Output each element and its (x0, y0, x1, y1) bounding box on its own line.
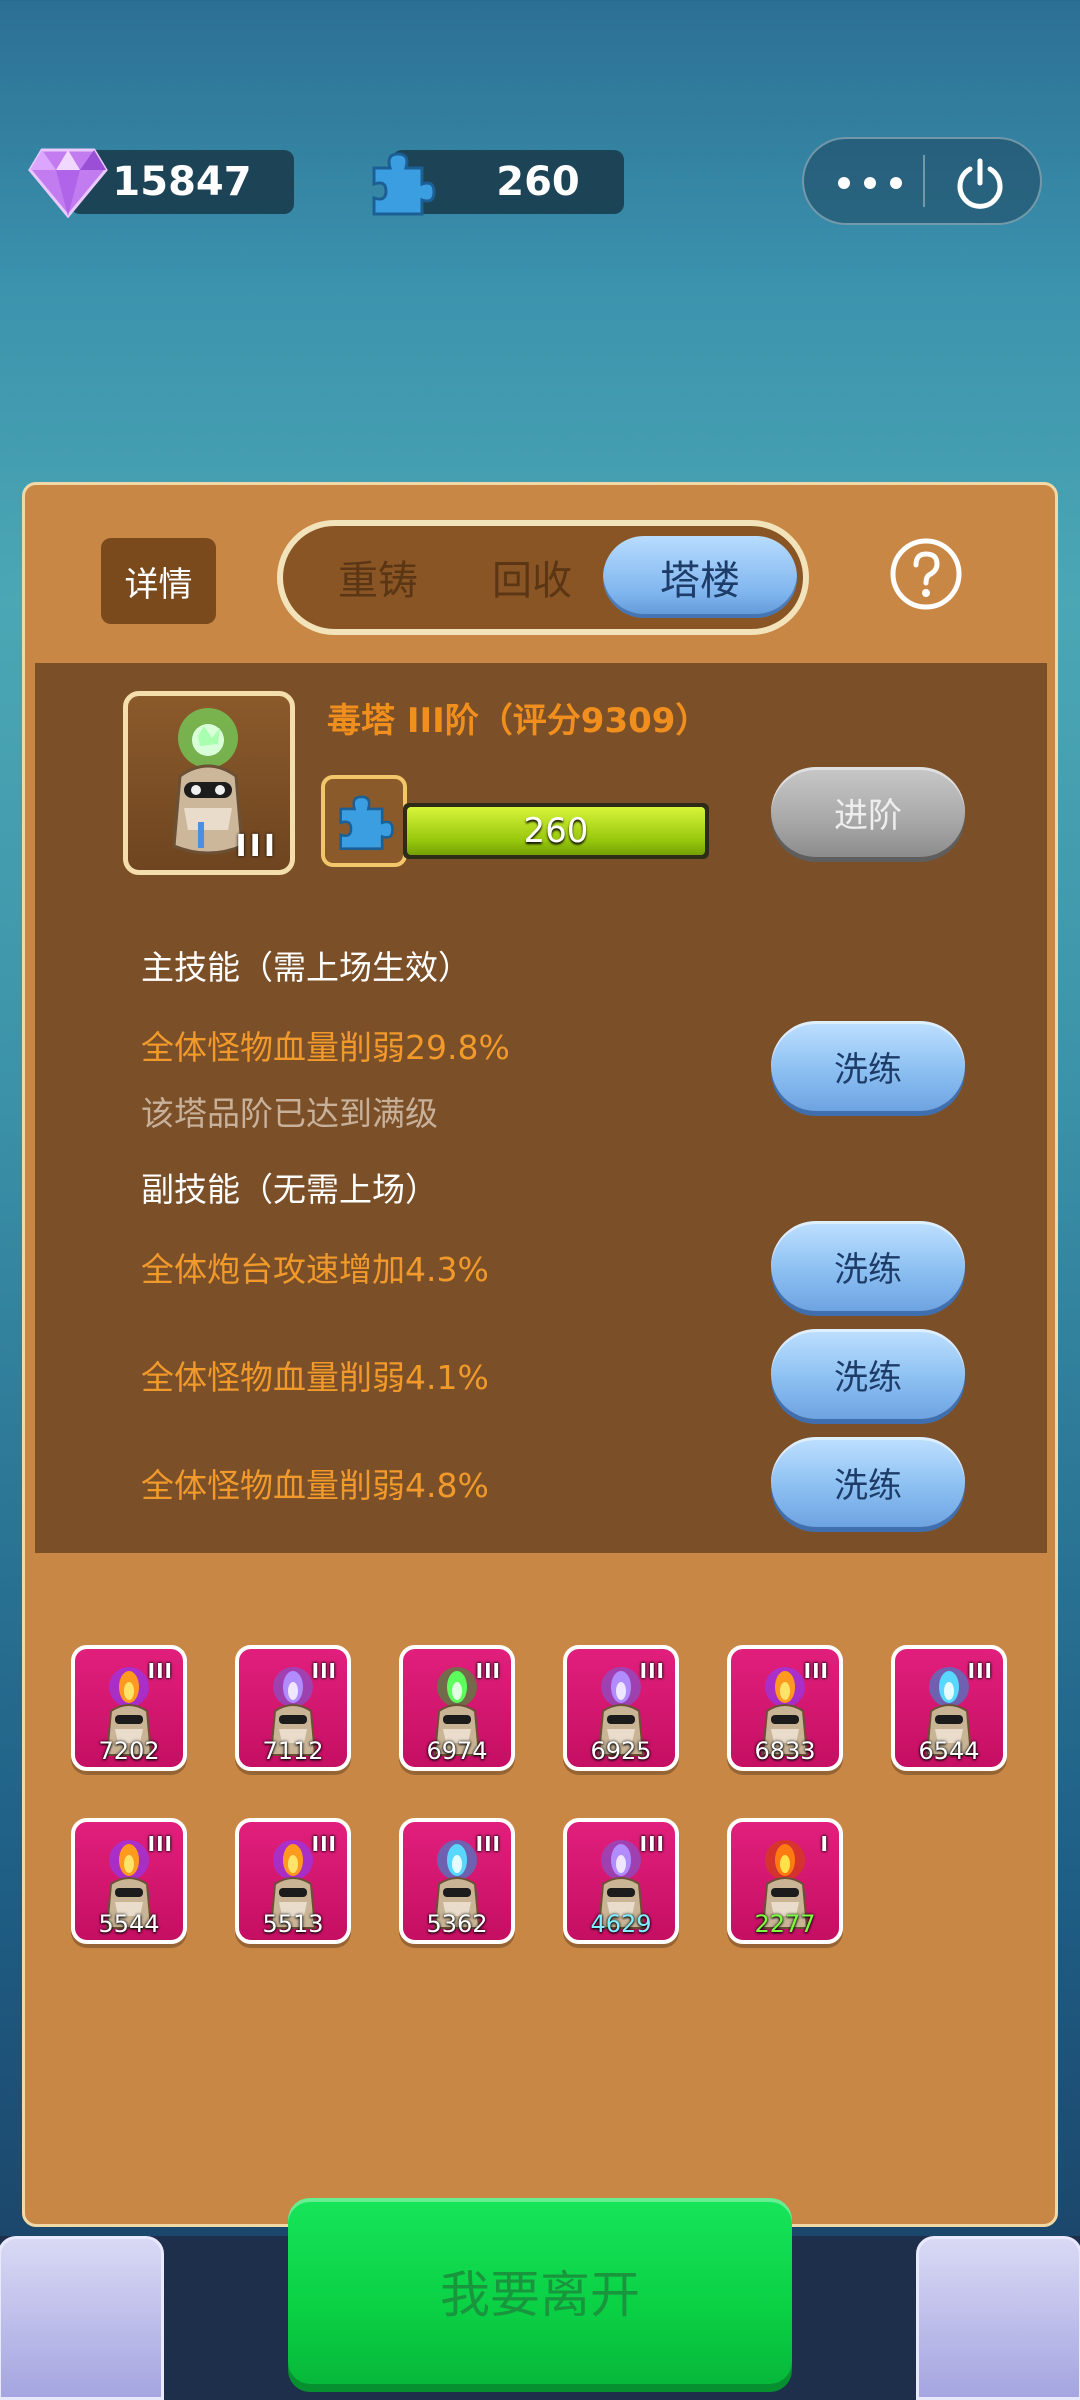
mini-program-capsule (802, 137, 1042, 225)
capsule-divider (923, 155, 925, 207)
details-button[interactable]: 详情 (101, 538, 216, 624)
puzzle-cost-icon-frame (321, 775, 407, 867)
left-side-tab[interactable] (0, 2236, 164, 2400)
tower-card[interactable]: I 2277 (727, 1818, 843, 1944)
tower-card[interactable]: III 6833 (727, 1645, 843, 1771)
progress-value: 260 (523, 811, 589, 851)
advance-button[interactable]: 进阶 (771, 767, 965, 857)
tower-card[interactable]: III 7112 (235, 1645, 351, 1771)
tower-card-level: III (311, 1659, 337, 1683)
sub-skill-header: 副技能（无需上场） (141, 1170, 438, 1209)
power-icon[interactable] (954, 157, 1006, 209)
help-icon[interactable] (889, 537, 963, 611)
gem-count: 15847 (112, 159, 252, 205)
tab-recast[interactable]: 重铸 (303, 536, 453, 618)
diamond-icon (28, 148, 108, 218)
sub-skill-effect-3: 全体怪物血量削弱4.8% (141, 1466, 489, 1505)
tower-portrait: III (123, 691, 295, 875)
reroll-sub-button-2[interactable]: 洗练 (771, 1329, 965, 1419)
tower-detail-section: III 毒塔 III阶（评分9309） 260 进阶 主技能（需上场生效） 全体… (35, 663, 1047, 1553)
tower-card[interactable]: III 6544 (891, 1645, 1007, 1771)
tower-panel: 详情 重铸 回收 塔楼 III 毒塔 III阶（评分9309） 260 进阶 主… (22, 482, 1058, 2227)
leave-button[interactable]: 我要离开 (288, 2198, 792, 2384)
tower-card-score: 5513 (262, 1910, 324, 1938)
tower-card[interactable]: III 5513 (235, 1818, 351, 1944)
puzzle-piece-icon (372, 152, 436, 216)
sub-skill-effect-1: 全体炮台攻速增加4.3% (141, 1250, 489, 1289)
puzzle-piece-icon (339, 795, 394, 850)
tab-recycle[interactable]: 回收 (457, 536, 607, 618)
tower-level-badge: III (235, 829, 278, 864)
reroll-main-button[interactable]: 洗练 (771, 1021, 965, 1111)
tower-card-level: III (147, 1659, 173, 1683)
tower-card-level: III (803, 1659, 829, 1683)
right-side-tab[interactable] (916, 2236, 1080, 2400)
tower-card-score: 7112 (262, 1737, 324, 1765)
puzzle-count: 260 (496, 159, 580, 205)
tower-card[interactable]: III 4629 (563, 1818, 679, 1944)
tower-card-score: 6544 (918, 1737, 980, 1765)
tower-card-level: III (639, 1832, 665, 1856)
tower-card-score: 4629 (590, 1910, 652, 1938)
reroll-sub-button-1[interactable]: 洗练 (771, 1221, 965, 1311)
main-skill-note: 该塔品阶已达到满级 (141, 1094, 438, 1133)
tower-card-level: III (147, 1832, 173, 1856)
tower-card-score: 6925 (590, 1737, 652, 1765)
tower-card-score: 6974 (426, 1737, 488, 1765)
tower-card-level: I (820, 1832, 829, 1856)
sub-skill-effect-2: 全体怪物血量削弱4.1% (141, 1358, 489, 1397)
main-skill-header: 主技能（需上场生效） (141, 948, 471, 987)
tower-card-level: III (475, 1659, 501, 1683)
tab-bar: 重铸 回收 塔楼 (277, 520, 809, 635)
tower-card-level: III (475, 1832, 501, 1856)
tower-card[interactable]: III 5362 (399, 1818, 515, 1944)
tower-card-score: 7202 (98, 1737, 160, 1765)
more-menu-icon[interactable] (834, 161, 914, 201)
tower-title: 毒塔 III阶（评分9309） (327, 701, 710, 741)
tower-card[interactable]: III 6974 (399, 1645, 515, 1771)
reroll-sub-button-3[interactable]: 洗练 (771, 1437, 965, 1527)
puzzle-progress-bar: 260 (403, 803, 709, 859)
tower-card-level: III (639, 1659, 665, 1683)
tower-card-level: III (967, 1659, 993, 1683)
tab-tower[interactable]: 塔楼 (603, 536, 797, 618)
tower-card[interactable]: III 6925 (563, 1645, 679, 1771)
tower-card-score: 5362 (426, 1910, 488, 1938)
tower-card[interactable]: III 5544 (71, 1818, 187, 1944)
main-skill-effect: 全体怪物血量削弱29.8% (141, 1028, 510, 1067)
tower-card-score: 2277 (754, 1910, 816, 1938)
tower-card-score: 6833 (754, 1737, 816, 1765)
tower-card[interactable]: III 7202 (71, 1645, 187, 1771)
tower-card-score: 5544 (98, 1910, 160, 1938)
tower-card-level: III (311, 1832, 337, 1856)
